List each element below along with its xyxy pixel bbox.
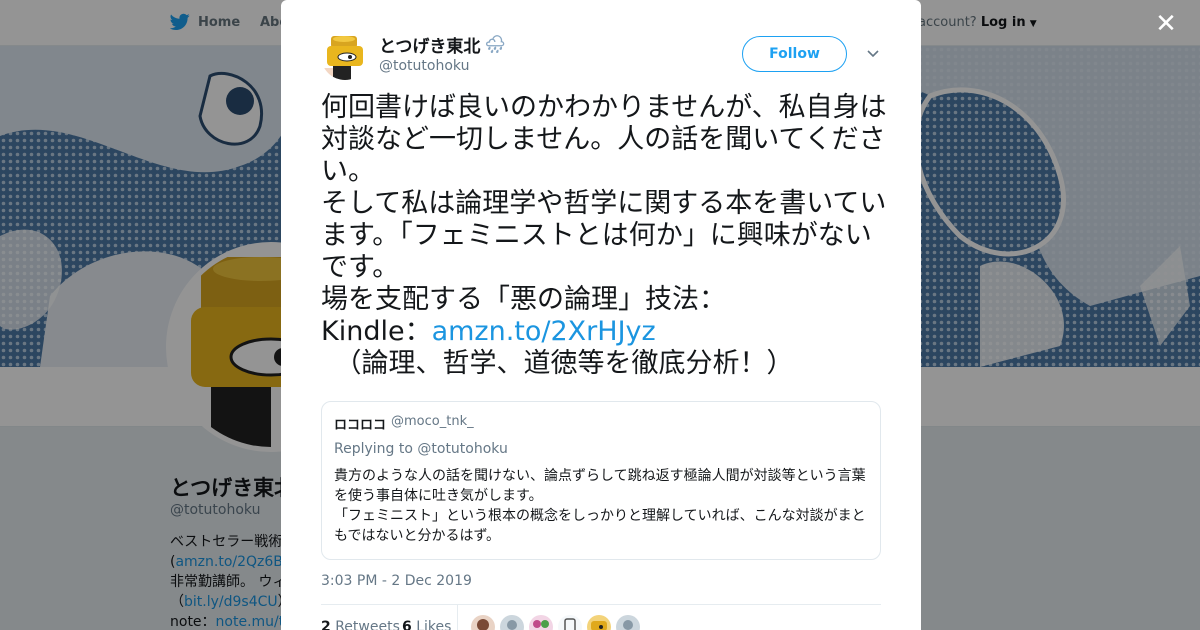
tweet-modal: とつげき東北 🌧 @totutohoku Follow 何回書けば良いのかわかり… <box>281 0 921 630</box>
tweet-text: 何回書けば良いのかわかりませんが、私自身は対談など一切しません。人の話を聞いてく… <box>321 92 891 380</box>
close-icon[interactable]: ✕ <box>1152 10 1180 38</box>
follow-button[interactable]: Follow <box>742 36 847 72</box>
retweets-count: 2 <box>321 619 331 630</box>
likes-label: Likes <box>416 619 452 630</box>
quoted-author-handle: @moco_tnk_ <box>391 414 474 429</box>
liker-avatar[interactable] <box>558 615 582 630</box>
rain-cloud-icon: 🌧 <box>484 34 506 55</box>
author-avatar[interactable] <box>321 32 369 80</box>
tweet-link[interactable]: amzn.to/2XrHJyz <box>432 316 656 347</box>
quoted-tweet-text: 貴方のような人の話を聞けない、論点ずらして跳ね返す極論人間が対談等という言葉を使… <box>334 468 866 544</box>
likers-avatars <box>471 615 640 630</box>
replying-to: Replying to @totutohoku <box>334 441 868 457</box>
retweets-stat[interactable]: 2 Retweets <box>321 619 400 630</box>
liker-avatar[interactable] <box>471 615 495 630</box>
likes-count: 6 <box>402 619 412 630</box>
liker-avatar[interactable] <box>500 615 524 630</box>
retweets-label: Retweets <box>335 619 400 630</box>
author-handle[interactable]: @totutohoku <box>379 58 469 74</box>
tweet-text-main: 何回書けば良いのかわかりませんが、私自身は対談など一切しません。人の話を聞いてく… <box>321 92 887 347</box>
author-name-text: とつげき東北 <box>379 37 481 57</box>
quoted-tweet-header: ロコロコ @moco_tnk_ <box>334 414 868 433</box>
liker-avatar[interactable] <box>529 615 553 630</box>
likes-stat[interactable]: 6 Likes <box>402 619 451 630</box>
quoted-tweet[interactable]: ロコロコ @moco_tnk_ Replying to @totutohoku … <box>321 401 881 560</box>
tweet-stats: 2 Retweets 6 Likes <box>321 604 881 630</box>
author-name[interactable]: とつげき東北 🌧 <box>379 32 506 58</box>
stats-divider <box>457 605 458 630</box>
replying-to-handle[interactable]: @totutohoku <box>417 441 507 457</box>
tweet-timestamp[interactable]: 3:03 PM - 2 Dec 2019 <box>321 573 472 589</box>
liker-avatar[interactable] <box>616 615 640 630</box>
tweet-text-after: （論理、哲学、道徳等を徹底分析！） <box>347 348 794 379</box>
quoted-author-name: ロコロコ <box>334 418 387 433</box>
liker-avatar[interactable] <box>587 615 611 630</box>
chevron-down-icon[interactable] <box>865 46 881 62</box>
replying-to-prefix: Replying to <box>334 441 413 457</box>
